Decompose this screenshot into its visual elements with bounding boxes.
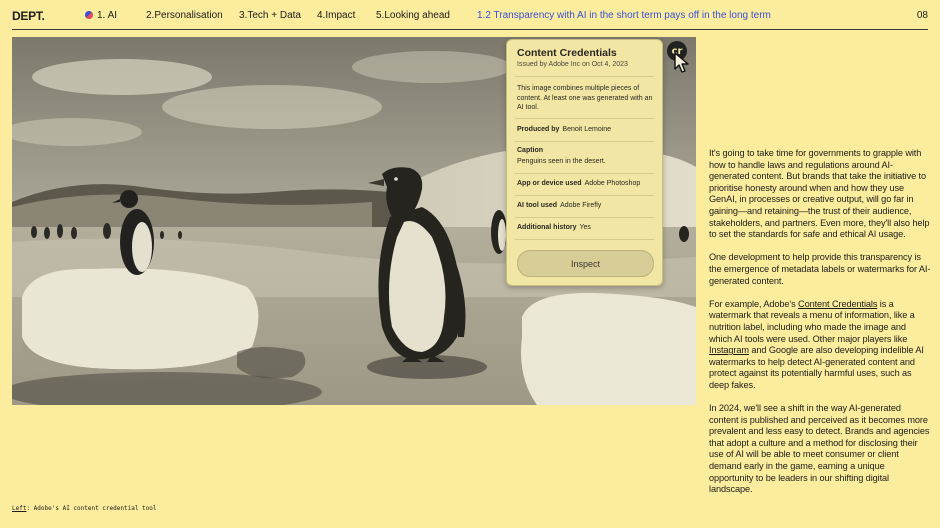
produced-by-row: Produced by Benoit Lemoine — [517, 126, 612, 133]
page-number: 08 — [916, 10, 928, 21]
paragraph-metadata-labels: One development to help provide this tra… — [709, 252, 931, 286]
content-credentials-link[interactable]: Content Credentials — [798, 299, 877, 309]
ai-tool-row: AI tool used Adobe Firefly — [517, 202, 602, 209]
top-navigation: DEPT. 1. AI 2.Personalisation 3.Tech + D… — [0, 0, 940, 30]
article-body: It's going to take time for governments … — [709, 148, 931, 507]
divider — [515, 118, 654, 119]
paragraph-governments: It's going to take time for governments … — [709, 148, 930, 240]
nav-item-looking-ahead[interactable]: 5.Looking ahead — [376, 10, 450, 21]
divider — [515, 76, 654, 77]
additional-history-row: Additional history Yes — [517, 224, 591, 231]
divider — [515, 217, 654, 218]
divider — [515, 239, 654, 240]
inspect-button[interactable]: Inspect — [517, 250, 654, 277]
divider — [515, 173, 654, 174]
credential-description: This image combines multiple pieces of c… — [517, 85, 653, 111]
app-used-row: App or device used Adobe Photoshop — [517, 180, 641, 187]
caption-row: Caption Penguins seen in the desert. — [517, 147, 606, 165]
active-section-title[interactable]: 1.2 Transparency with AI in the short te… — [477, 10, 771, 21]
divider — [515, 195, 654, 196]
section-dot-icon — [85, 11, 93, 19]
nav-item-impact[interactable]: 4.Impact — [317, 10, 355, 21]
nav-item-tech-data[interactable]: 3.Tech + Data — [239, 10, 301, 21]
nav-item-ai[interactable]: 1. AI — [85, 10, 117, 21]
paragraph-adobe-example: For example, Adobe's Content Credentials… — [709, 298, 924, 390]
panel-title: Content Credentials — [517, 47, 617, 59]
divider — [515, 141, 654, 142]
issuer-text: Issued by Adobe Inc on Oct 4, 2023 — [517, 61, 628, 68]
dept-logo[interactable]: DEPT. — [12, 9, 45, 23]
header-divider — [12, 29, 928, 30]
instagram-link[interactable]: Instagram — [709, 345, 749, 355]
right-penguin — [491, 210, 507, 254]
paragraph-2024-shift: In 2024, we'll see a shift in the way AI… — [709, 403, 930, 495]
mouse-cursor-icon — [674, 52, 689, 73]
nav-item-personalisation[interactable]: 2.Personalisation — [146, 10, 223, 21]
image-caption: Left: Adobe's AI content credential tool — [12, 505, 157, 512]
content-credentials-panel: Content Credentials Issued by Adobe Inc … — [506, 39, 663, 286]
